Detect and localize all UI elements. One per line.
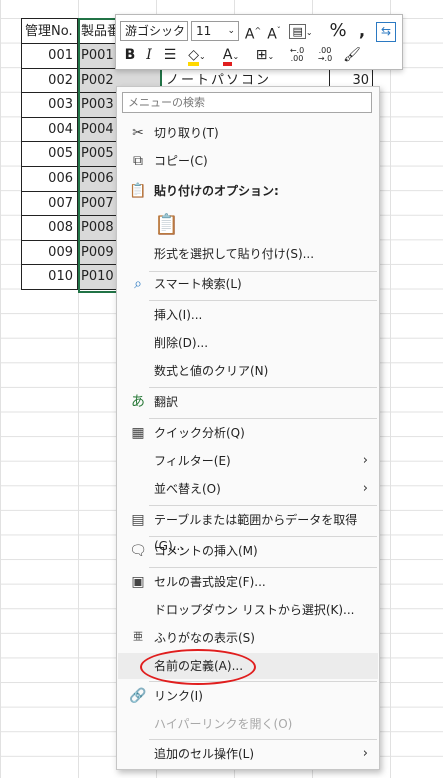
- table-cell-a[interactable]: 010: [21, 265, 78, 290]
- menu-item-paste-special[interactable]: 形式を選択して貼り付け(S)...: [118, 241, 378, 267]
- copy-icon: ⧉: [133, 153, 143, 169]
- menu-item-insert[interactable]: 挿入(I)...: [118, 302, 378, 328]
- menu-item-filter[interactable]: フィルター(E) ›: [118, 448, 378, 474]
- table-cell-a[interactable]: 004: [21, 117, 78, 143]
- menu-item-link[interactable]: 🔗 リンク(I): [118, 683, 378, 709]
- borders-button[interactable]: ⊞⌄: [250, 45, 280, 67]
- percent-style-button[interactable]: %: [328, 21, 348, 41]
- table-icon: ▤: [131, 512, 145, 528]
- search-icon: ⌕: [134, 276, 142, 292]
- italic-button[interactable]: I: [142, 45, 156, 65]
- link-icon: 🔗: [129, 688, 147, 704]
- comment-icon: 🗨: [129, 543, 147, 559]
- chevron-down-icon: ⌄: [227, 26, 235, 36]
- table-cell-a[interactable]: 008: [21, 216, 78, 241]
- format-cells-icon: ▣: [131, 574, 145, 590]
- menu-item-translate[interactable]: あ 翻訳: [118, 389, 378, 415]
- grow-font-button[interactable]: A^: [244, 21, 262, 45]
- shrink-font-button[interactable]: Aˇ: [265, 21, 283, 45]
- menu-item-insert-comment[interactable]: 🗨 コメントの挿入(M): [118, 538, 378, 564]
- format-painter-icon[interactable]: 🖌: [342, 45, 362, 65]
- font-color-button[interactable]: A⌄: [216, 45, 246, 67]
- chevron-right-icon: ›: [362, 453, 368, 468]
- table-cell-a[interactable]: 005: [21, 142, 78, 167]
- menu-item-sort[interactable]: 並べ替え(O) ›: [118, 476, 378, 502]
- increase-decimal-button[interactable]: ←.0.00: [286, 47, 308, 63]
- paste-button[interactable]: 📋: [118, 208, 378, 240]
- menu-item-cut[interactable]: ✂ 切り取り(T): [118, 120, 378, 146]
- table-cell-a[interactable]: 003: [21, 93, 78, 118]
- menu-item-more-actions[interactable]: 追加のセル操作(L) ›: [118, 741, 378, 767]
- menu-item-paste-options: 📋 貼り付けのオプション:: [118, 178, 378, 204]
- context-menu: メニューの検索 ✂ 切り取り(T) ⧉ コピー(C) 📋 貼り付けのオプション:…: [116, 86, 380, 770]
- menu-item-smart-lookup[interactable]: ⌕ スマート検索(L): [118, 271, 378, 297]
- menu-divider: [149, 418, 377, 419]
- menu-item-clear[interactable]: 数式と値のクリア(N): [118, 358, 378, 384]
- phonetic-icon: 亜: [133, 632, 143, 643]
- menu-search-input[interactable]: メニューの検索: [122, 92, 372, 113]
- scissors-icon: ✂: [132, 125, 144, 141]
- menu-item-pick-list[interactable]: ドロップダウン リストから選択(K)...: [118, 597, 378, 623]
- menu-item-open-hyperlink: ハイパーリンクを開く(O): [154, 717, 293, 731]
- paste-icon: 📋: [154, 212, 179, 236]
- comma-style-button[interactable]: ,: [354, 21, 370, 41]
- decrease-decimal-button[interactable]: .00 →.0: [314, 47, 336, 63]
- menu-item-define-name[interactable]: 名前の定義(A)...: [118, 653, 378, 679]
- fill-color-button[interactable]: ◇⌄: [182, 45, 212, 67]
- menu-item-get-data[interactable]: ▤ テーブルまたは範囲からデータを取得(G)...: [118, 507, 378, 553]
- table-cell-a[interactable]: 009: [21, 240, 78, 266]
- menu-divider: [149, 300, 377, 301]
- chevron-right-icon: ›: [362, 481, 368, 496]
- table-cell-a[interactable]: 007: [21, 191, 78, 217]
- clipboard-icon: 📋: [129, 183, 147, 199]
- table-cell-a[interactable]: 001: [21, 44, 78, 69]
- menu-item-phonetic[interactable]: 亜 ふりがなの表示(S): [118, 625, 378, 651]
- menu-divider: [149, 387, 377, 388]
- menu-divider: [149, 739, 377, 740]
- menu-divider: [149, 505, 377, 506]
- font-size-select[interactable]: 11 ⌄: [191, 21, 239, 41]
- mini-toolbar: 游ゴシック ⌄ 11 ⌄ A^ Aˇ ▤ ⌄ % , ⇆ B I ☰ ◇⌄ A⌄ ⊞⌄…: [115, 14, 403, 70]
- number-format-button[interactable]: ▤ ⌄: [287, 21, 315, 43]
- align-center-icon[interactable]: ☰: [162, 45, 178, 65]
- menu-divider: [149, 567, 377, 568]
- wrap-format-icon[interactable]: ⇆: [376, 22, 396, 42]
- quick-analysis-icon: ▦: [131, 425, 145, 441]
- bold-button[interactable]: B: [122, 45, 138, 65]
- table-cell-a[interactable]: 006: [21, 167, 78, 192]
- menu-divider: [149, 681, 377, 682]
- menu-item-copy[interactable]: ⧉ コピー(C): [118, 148, 378, 174]
- table-cell-a[interactable]: 002: [21, 68, 78, 94]
- chevron-right-icon: ›: [362, 746, 368, 761]
- menu-divider: [149, 536, 377, 537]
- header-cell-a[interactable]: 管理No.: [21, 18, 78, 44]
- chevron-down-icon: ⌄: [176, 26, 184, 36]
- menu-item-format-cells[interactable]: ▣ セルの書式設定(F)...: [118, 569, 378, 595]
- translate-icon: あ: [131, 394, 145, 410]
- menu-item-delete[interactable]: 削除(D)...: [118, 330, 378, 356]
- font-name-select[interactable]: 游ゴシック ⌄: [120, 21, 188, 41]
- menu-item-quick-analysis[interactable]: ▦ クイック分析(Q): [118, 420, 378, 446]
